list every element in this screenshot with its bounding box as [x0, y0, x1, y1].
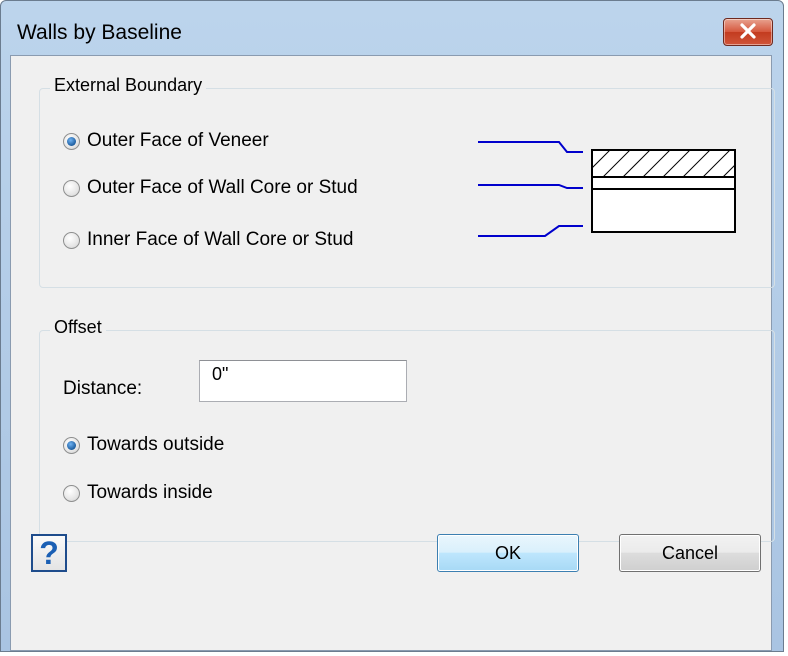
baseline-line-core-outer — [478, 184, 583, 189]
radio-towards-inside[interactable]: Towards inside — [63, 482, 213, 504]
distance-input[interactable] — [199, 360, 407, 402]
radio-label: Outer Face of Veneer — [87, 130, 269, 151]
ok-button-label: OK — [494, 542, 521, 563]
radio-button-checked[interactable] — [63, 132, 80, 150]
title-bar[interactable]: Walls by Baseline — [1, 1, 783, 63]
baseline-line-veneer — [478, 141, 583, 153]
radio-outer-face-of-veneer[interactable]: Outer Face of Veneer — [63, 130, 269, 152]
radio-inner-face-of-wall-core[interactable]: Inner Face of Wall Core or Stud — [63, 229, 353, 251]
distance-label: Distance: — [63, 378, 143, 399]
radio-label: Inner Face of Wall Core or Stud — [87, 229, 354, 250]
radio-label: Towards inside — [87, 482, 213, 503]
dialog-body: External Boundary Outer Face of Veneer O… — [10, 55, 775, 651]
close-icon — [740, 23, 756, 39]
wall-section-diagram — [478, 141, 736, 237]
ok-button[interactable]: OK — [437, 534, 579, 572]
help-button[interactable]: ? — [31, 534, 67, 572]
external-boundary-legend: External Boundary — [50, 75, 207, 96]
radio-button[interactable] — [63, 484, 80, 502]
offset-legend: Offset — [50, 317, 106, 338]
cancel-button-label: Cancel — [661, 542, 719, 563]
radio-towards-outside[interactable]: Towards outside — [63, 434, 224, 456]
close-button[interactable] — [723, 18, 773, 46]
baseline-line-core-inner — [478, 225, 583, 237]
radio-button-checked[interactable] — [63, 436, 80, 454]
radio-button[interactable] — [63, 231, 80, 249]
radio-button[interactable] — [63, 179, 80, 197]
help-icon: ? — [39, 535, 59, 571]
radio-outer-face-of-wall-core[interactable]: Outer Face of Wall Core or Stud — [63, 177, 358, 199]
radio-label: Towards outside — [87, 434, 225, 455]
cancel-button[interactable]: Cancel — [619, 534, 761, 572]
radio-label: Outer Face of Wall Core or Stud — [87, 177, 358, 198]
window-title: Walls by Baseline — [17, 21, 182, 44]
